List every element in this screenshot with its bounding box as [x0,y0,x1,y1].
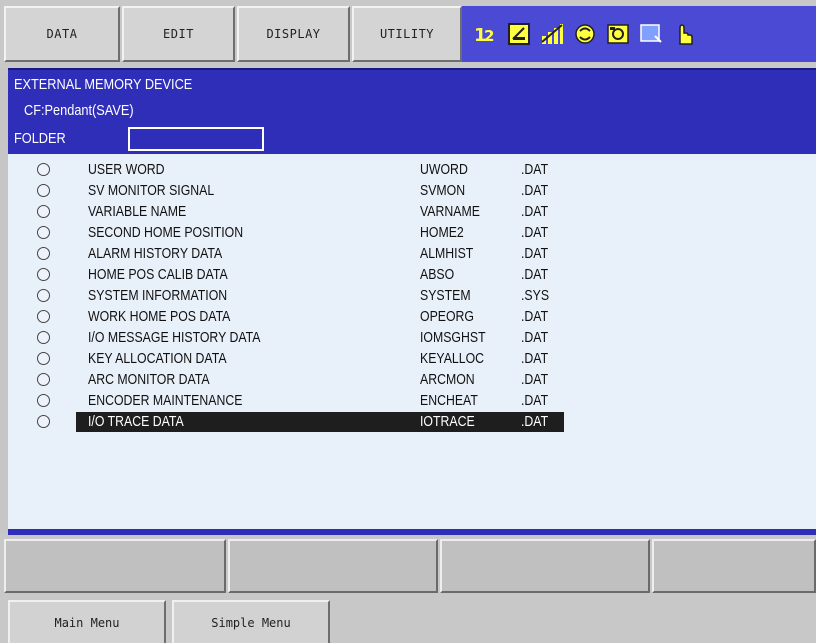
file-list-item[interactable]: ARC MONITOR DATA ARCMON .DAT [8,370,816,390]
file-description: SV MONITOR SIGNAL [88,182,215,199]
servo-icon [606,22,630,46]
radio-button[interactable] [37,184,50,197]
file-list-item[interactable]: ALARM HISTORY DATA ALMHIST .DAT [8,244,816,264]
file-name: SVMON [420,182,466,199]
file-extension: .DAT [521,224,549,241]
file-extension: .DAT [521,371,549,388]
file-extension: .DAT [521,413,549,430]
file-name: UWORD [420,161,468,178]
function-key-4[interactable] [652,539,816,593]
top-menu-bar: DATA EDIT DISPLAY UTILITY 12 [0,0,816,68]
file-list-item[interactable]: KEY ALLOCATION DATA KEYALLOC .DAT [8,349,816,369]
file-description: HOME POS CALIB DATA [88,266,228,283]
file-description: SECOND HOME POSITION [88,224,244,241]
file-name: OPEORG [420,308,475,325]
file-extension: .DAT [521,203,549,220]
mode-12-icon: 12 [474,22,498,46]
file-description: ARC MONITOR DATA [88,371,210,388]
device-path: CF:Pendant(SAVE) [24,102,134,119]
file-list-item[interactable]: I/O MESSAGE HISTORY DATA IOMSGHST .DAT [8,328,816,348]
radio-button[interactable] [37,163,50,176]
radio-button[interactable] [37,268,50,281]
file-extension: .DAT [521,266,549,283]
file-description: WORK HOME POS DATA [88,308,231,325]
simple-menu-button[interactable]: Simple Menu [172,600,330,643]
utility-menu-button[interactable]: UTILITY [352,6,462,62]
bottom-menu-bar: Main Menu Simple Menu [0,598,816,643]
main-menu-button[interactable]: Main Menu [8,600,166,643]
file-description: KEY ALLOCATION DATA [88,350,227,367]
folder-label: FOLDER [14,130,66,147]
status-icon-bar: 12 [462,6,816,62]
device-header: EXTERNAL MEMORY DEVICE CF:Pendant(SAVE) … [8,68,816,154]
file-list-item[interactable]: WORK HOME POS DATA OPEORG .DAT [8,307,816,327]
file-description: USER WORD [88,161,165,178]
file-list-item[interactable]: ENCODER MAINTENANCE ENCHEAT .DAT [8,391,816,411]
file-name: ENCHEAT [420,392,478,409]
file-extension: .SYS [521,287,550,304]
file-list-item[interactable]: VARIABLE NAME VARNAME .DAT [8,202,816,222]
radio-button[interactable] [37,205,50,218]
page-title: EXTERNAL MEMORY DEVICE [14,76,193,93]
file-name: ABSO [420,266,455,283]
function-key-bar [0,535,816,598]
radio-button[interactable] [37,247,50,260]
file-list-item[interactable]: USER WORD UWORD .DAT [8,160,816,180]
function-key-3[interactable] [440,539,650,593]
screen-icon [639,22,663,46]
cycle-icon [573,22,597,46]
file-extension: .DAT [521,182,549,199]
radio-button[interactable] [37,394,50,407]
radio-button[interactable] [37,310,50,323]
file-list-item[interactable]: SECOND HOME POSITION HOME2 .DAT [8,223,816,243]
file-name: HOME2 [420,224,464,241]
file-name: ALMHIST [420,245,474,262]
file-list: USER WORD UWORD .DAT SV MONITOR SIGNAL SVMON… [8,154,816,530]
file-name: ARCMON [420,371,475,388]
file-name: SYSTEM [420,287,471,304]
file-extension: .DAT [521,245,549,262]
file-extension: .DAT [521,308,549,325]
file-name: IOMSGHST [420,329,486,346]
file-name: IOTRACE [420,413,475,430]
radio-button[interactable] [37,373,50,386]
hand-icon [672,22,696,46]
edit-menu-button[interactable]: EDIT [122,6,235,62]
file-description: I/O TRACE DATA [88,413,184,430]
file-extension: .DAT [521,329,549,346]
file-description: I/O MESSAGE HISTORY DATA [88,329,261,346]
file-list-item[interactable]: SYSTEM INFORMATION SYSTEM .SYS [8,286,816,306]
file-extension: .DAT [521,392,549,409]
svg-text:2: 2 [484,27,494,45]
file-name: VARNAME [420,203,480,220]
data-menu-button[interactable]: DATA [4,6,120,62]
radio-button[interactable] [37,289,50,302]
file-list-item[interactable]: HOME POS CALIB DATA ABSO .DAT [8,265,816,285]
file-list-item[interactable]: I/O TRACE DATA IOTRACE .DAT [8,412,816,432]
file-extension: .DAT [521,350,549,367]
function-key-1[interactable] [4,539,226,593]
file-description: ALARM HISTORY DATA [88,245,223,262]
radio-button[interactable] [37,331,50,344]
signal-bars-icon [540,22,564,46]
file-description: ENCODER MAINTENANCE [88,392,243,409]
folder-field[interactable] [128,127,264,151]
radio-button[interactable] [37,226,50,239]
file-description: VARIABLE NAME [88,203,187,220]
function-key-2[interactable] [228,539,438,593]
file-name: KEYALLOC [420,350,485,367]
display-menu-button[interactable]: DISPLAY [237,6,350,62]
radio-button[interactable] [37,415,50,428]
file-list-item[interactable]: SV MONITOR SIGNAL SVMON .DAT [8,181,816,201]
edit-lock-icon [507,22,531,46]
radio-button[interactable] [37,352,50,365]
file-extension: .DAT [521,161,549,178]
file-description: SYSTEM INFORMATION [88,287,228,304]
